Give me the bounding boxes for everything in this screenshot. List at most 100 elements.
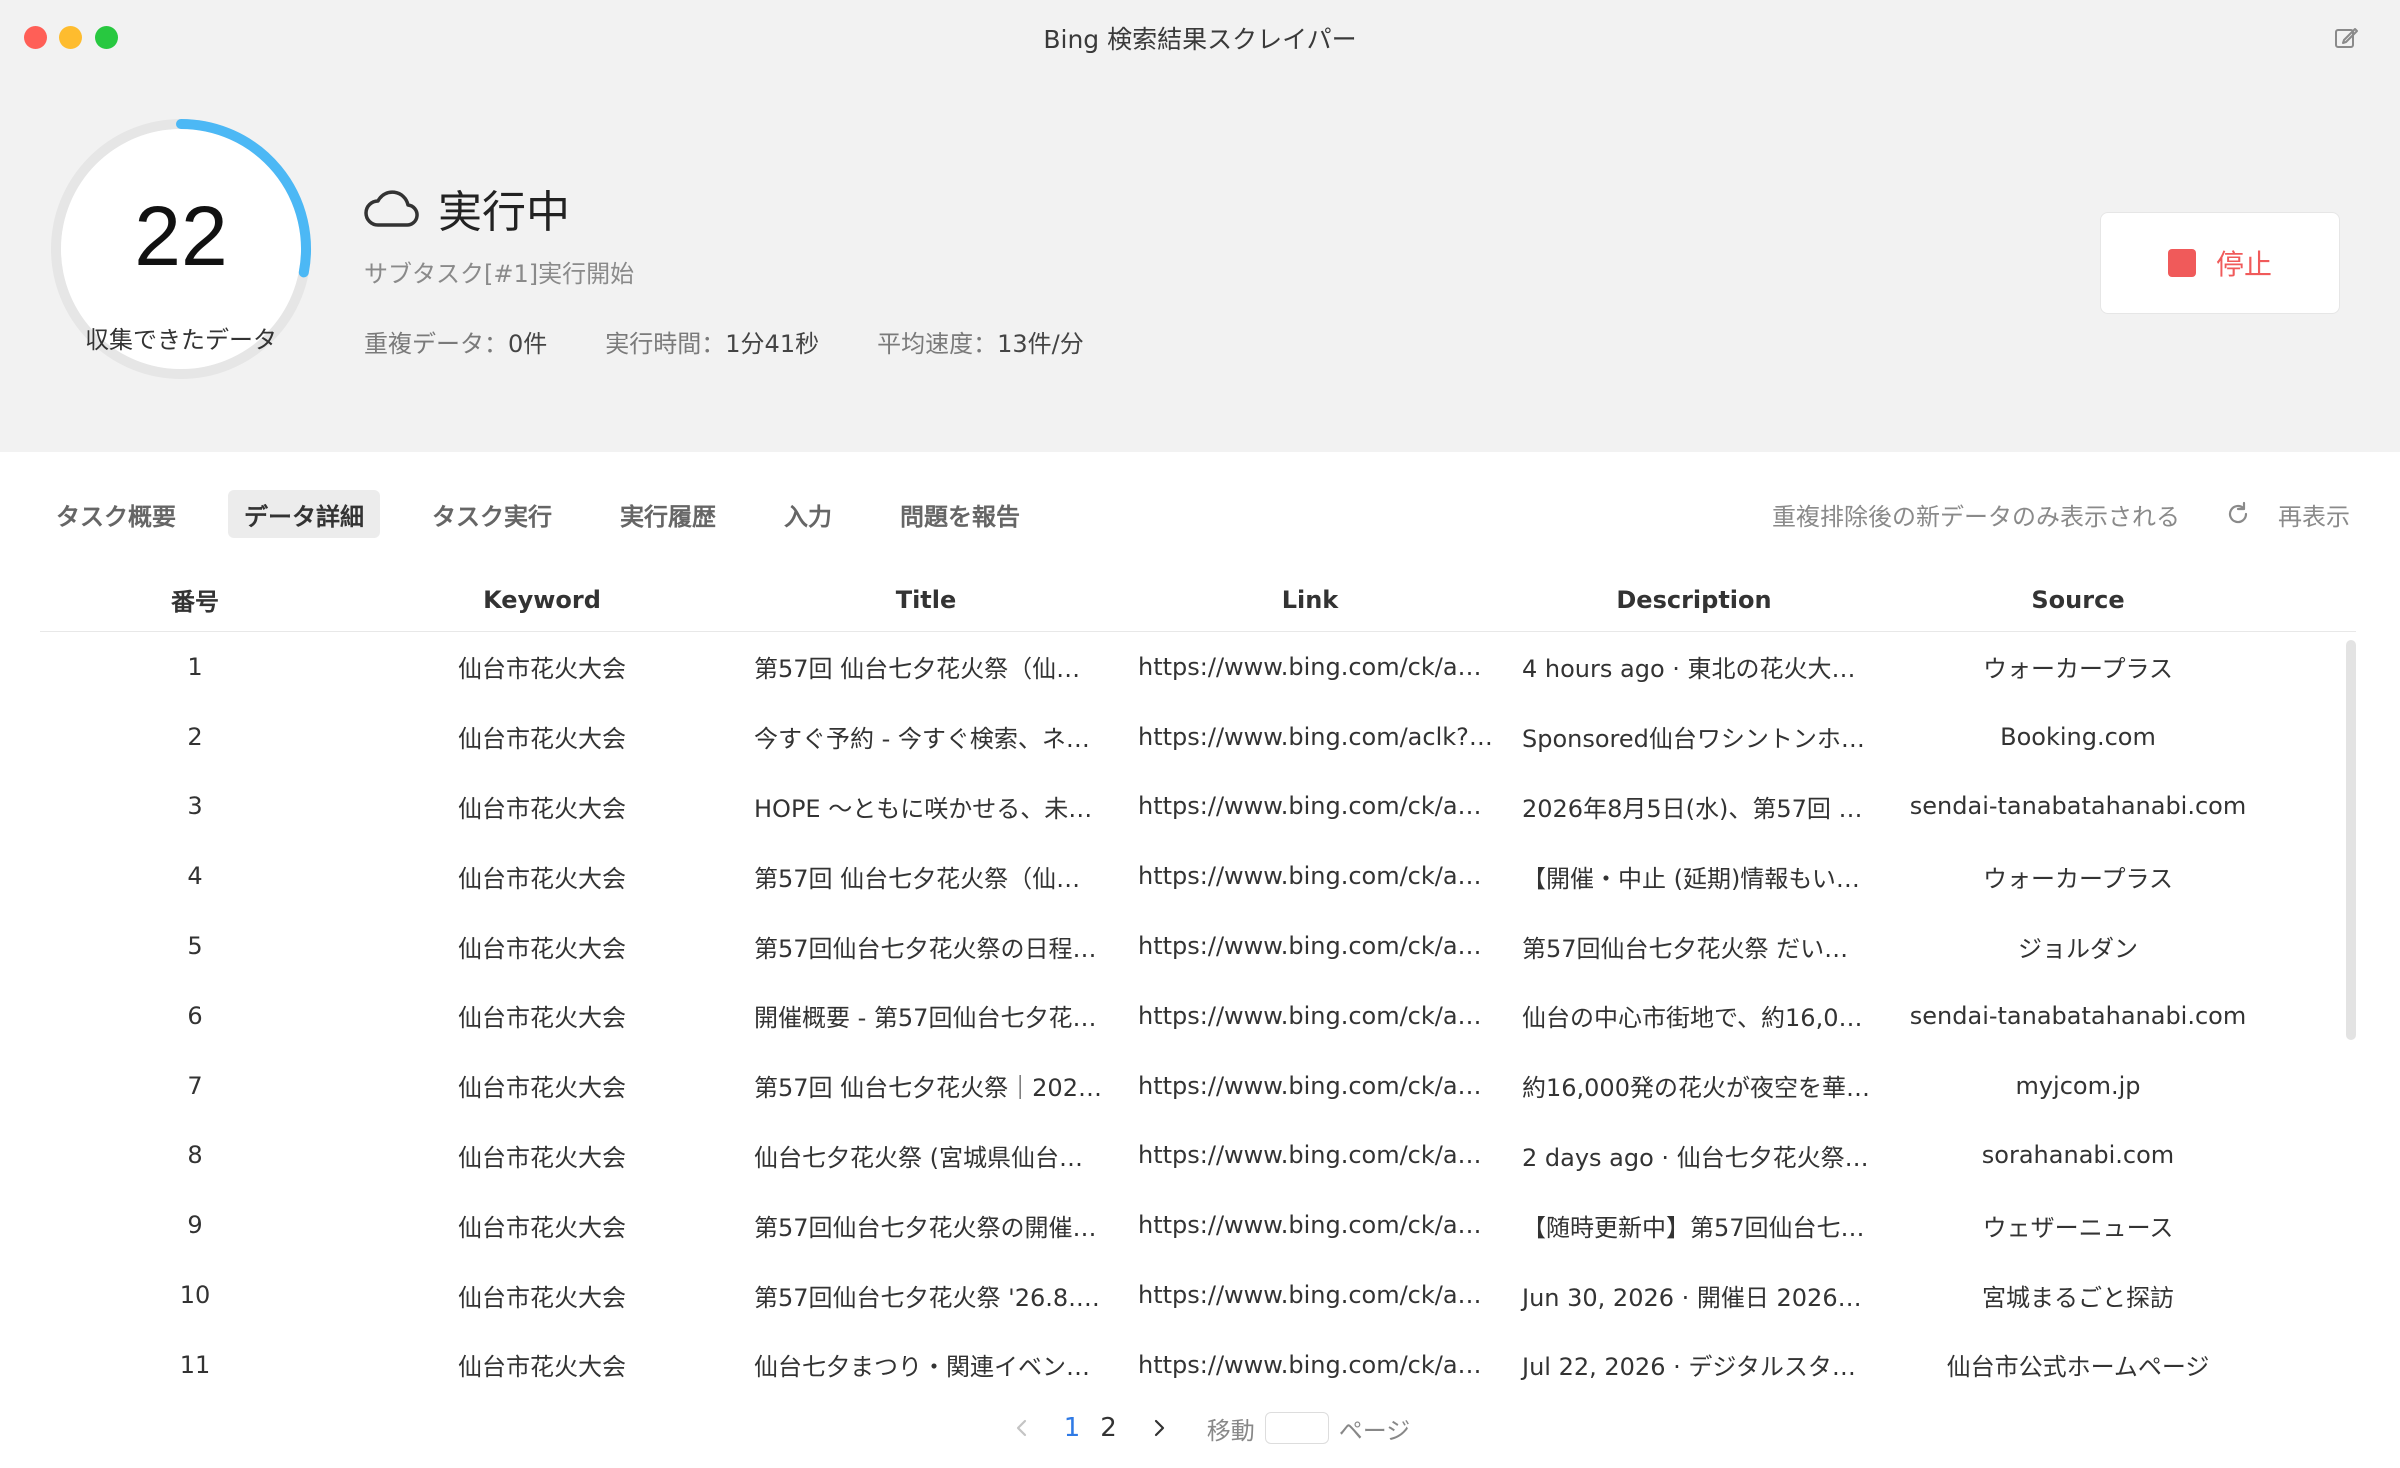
goto-page-input[interactable] [1264,1412,1329,1444]
collected-label: 収集できたデータ [85,326,277,354]
edit-icon[interactable] [2332,24,2360,52]
metric-runtime: 実行時間：1分41秒 [605,324,819,359]
cell-source: sendai-tanabatahanabi.com [1909,792,2247,821]
cell-description: 【随時更新中】第57回仙台七… [1522,1213,1865,1242]
table-row[interactable]: 2 仙台市花火大会 今すぐ予約 - 今すぐ検索、ネ… https://www.bing… [40,702,2356,772]
cell-keyword: 仙台市花火大会 [458,794,626,823]
cell-title: HOPE 〜ともに咲かせる、未… [754,794,1093,823]
tab-input[interactable]: 入力 [768,490,848,538]
cell-keyword: 仙台市花火大会 [458,725,626,754]
status-panel: 22 収集できたデータ 実行中 サブタスク[#1]実行開始 重複データ：0件 実… [0,74,2400,452]
cell-keyword: 仙台市花火大会 [458,1353,626,1382]
cell-link[interactable]: https://www.bing.com/aclk?l… [1118,723,1502,751]
stop-button[interactable]: 停止 [2100,212,2340,314]
table-row[interactable]: 7 仙台市花火大会 第57回 仙台七夕花火祭｜202… https://www.bin… [40,1051,2356,1121]
cell-link[interactable]: https://www.bing.com/ck/a?!… [1118,1141,1502,1169]
metrics-row: 重複データ：0件 実行時間：1分41秒 平均速度：13件/分 [364,324,1142,359]
cell-source: sorahanabi.com [1981,1141,2175,1170]
table-header: 番号 Keyword Title Link Description Source [40,568,2356,632]
cell-source: 宮城まるごと探訪 [1982,1283,2174,1312]
cell-number: 3 [187,792,203,821]
cell-description: 約16,000発の花火が夜空を華… [1522,1074,1870,1103]
cell-link[interactable]: https://www.bing.com/ck/a?!… [1118,1211,1502,1239]
cell-number: 5 [187,932,203,961]
stop-icon [2167,249,2196,277]
tab-run-history[interactable]: 実行履歴 [604,490,732,538]
next-page-icon[interactable] [1147,1416,1171,1440]
title-bar: Bing 検索結果スクレイパー [0,0,2400,74]
page-1[interactable]: 1 [1064,1413,1081,1443]
cell-keyword: 仙台市花火大会 [458,934,626,963]
tab-data-details[interactable]: データ詳細 [228,490,380,538]
table-row[interactable]: 1 仙台市花火大会 第57回 仙台七夕花火祭（仙… https://www.bing.… [40,632,2356,702]
table-body: 1 仙台市花火大会 第57回 仙台七夕花火祭（仙… https://www.bing.… [40,632,2356,1400]
cell-source: 仙台市公式ホームページ [1946,1353,2210,1382]
table-row[interactable]: 6 仙台市花火大会 開催概要 - 第57回仙台七夕花… https://www.bin… [40,981,2356,1051]
tab-report-issue[interactable]: 問題を報告 [884,490,1036,538]
table-row[interactable]: 8 仙台市花火大会 仙台七夕花火祭 (宮城県仙台… https://www.bing.… [40,1121,2356,1191]
cell-number: 7 [187,1071,203,1100]
column-header-number[interactable]: 番号 [40,582,350,617]
cell-source: sendai-tanabatahanabi.com [1909,1001,2247,1030]
cell-number: 11 [179,1350,211,1379]
cell-link[interactable]: https://www.bing.com/ck/a?!… [1118,1072,1502,1100]
cell-description: 【開催・中止 (延期)情報もい… [1522,864,1860,893]
table-scrollbar[interactable] [2346,640,2356,1040]
metric-label: 重複データ： [364,330,508,358]
tab-task-run[interactable]: タスク実行 [416,490,568,538]
cell-title: 開催概要 - 第57回仙台七夕花… [754,1004,1097,1033]
cell-number: 4 [187,862,203,891]
cell-description: 4 hours ago · 東北の花火大会… [1522,655,1880,684]
table-row[interactable]: 11 仙台市花火大会 仙台七夕まつり・関連イベン… https://www.bing.… [40,1330,2356,1400]
cell-link[interactable]: https://www.bing.com/ck/a?!… [1118,1351,1502,1379]
table-row[interactable]: 3 仙台市花火大会 HOPE 〜ともに咲かせる、未… https://www.bing… [40,772,2356,842]
cell-source: myjcom.jp [2015,1071,2141,1100]
cell-description: 2 days ago · 仙台七夕花火祭… [1522,1143,1869,1172]
metric-label: 平均速度： [877,330,998,358]
column-header-link[interactable]: Link [1118,586,1502,614]
cell-title: 今すぐ予約 - 今すぐ検索、ネ… [754,725,1090,754]
cell-keyword: 仙台市花火大会 [458,864,626,893]
table-row[interactable]: 10 仙台市花火大会 第57回仙台七夕花火祭 '26.8.… https://www.… [40,1260,2356,1330]
cell-description: Sponsored仙台ワシントンホ… [1522,725,1865,754]
column-header-description[interactable]: Description [1502,586,1886,614]
page-2[interactable]: 2 [1100,1413,1117,1443]
metric-value: 13件/分 [997,330,1084,358]
table-row[interactable]: 4 仙台市花火大会 第57回 仙台七夕花火祭（仙… https://www.bing.… [40,841,2356,911]
table-row[interactable]: 9 仙台市花火大会 第57回仙台七夕花火祭の開催… https://www.bing.… [40,1190,2356,1260]
cell-link[interactable]: https://www.bing.com/ck/a?!… [1118,1002,1502,1030]
cell-title: 第57回 仙台七夕花火祭（仙… [754,655,1081,684]
column-header-source[interactable]: Source [1886,586,2270,614]
cell-link[interactable]: https://www.bing.com/ck/a?!… [1118,862,1502,890]
stop-label: 停止 [2215,248,2272,281]
page-unit-label: ページ [1338,1416,1411,1445]
cell-link[interactable]: https://www.bing.com/ck/a?!… [1118,1281,1502,1309]
cell-description: 第57回仙台七夕花火祭 だい… [1522,934,1849,963]
cell-description: 仙台の中心市街地で、約16,0… [1522,1004,1863,1033]
cell-link[interactable]: https://www.bing.com/ck/a?!… [1118,792,1502,820]
cell-source: ウォーカープラス [1982,655,2174,684]
refresh-button[interactable]: 再表示 [2278,497,2350,532]
cell-keyword: 仙台市花火大会 [458,1213,626,1242]
progress-gauge: 22 収集できたデータ [46,114,316,384]
cell-link[interactable]: https://www.bing.com/ck/a?!… [1118,653,1502,681]
app-window: Bing 検索結果スクレイパー 22 収集できたデータ 実行中 サブタスク[#1… [0,0,2400,1468]
cell-source: Booking.com [2000,722,2156,751]
metric-duplicates: 重複データ：0件 [364,324,547,359]
table-row[interactable]: 5 仙台市花火大会 第57回仙台七夕花火祭の日程… https://www.bing.… [40,911,2356,981]
tab-overview[interactable]: タスク概要 [40,490,192,538]
subtask-status: サブタスク[#1]実行開始 [364,260,635,288]
cell-title: 仙台七夕花火祭 (宮城県仙台… [754,1143,1083,1172]
cell-title: 第57回仙台七夕花火祭の開催… [754,1213,1097,1242]
dedupe-note: 重複排除後の新データのみ表示される [1772,502,2180,531]
column-header-keyword[interactable]: Keyword [350,586,734,614]
prev-page-icon[interactable] [1010,1416,1034,1440]
cell-number: 8 [187,1141,203,1170]
column-header-title[interactable]: Title [734,586,1118,614]
refresh-icon[interactable] [2224,500,2252,528]
run-state: 実行中 [362,178,570,238]
cell-link[interactable]: https://www.bing.com/ck/a?!… [1118,932,1502,960]
cell-keyword: 仙台市花火大会 [458,1283,626,1312]
cell-title: 第57回仙台七夕花火祭の日程… [754,934,1097,963]
cell-title: 第57回 仙台七夕花火祭（仙… [754,864,1081,893]
